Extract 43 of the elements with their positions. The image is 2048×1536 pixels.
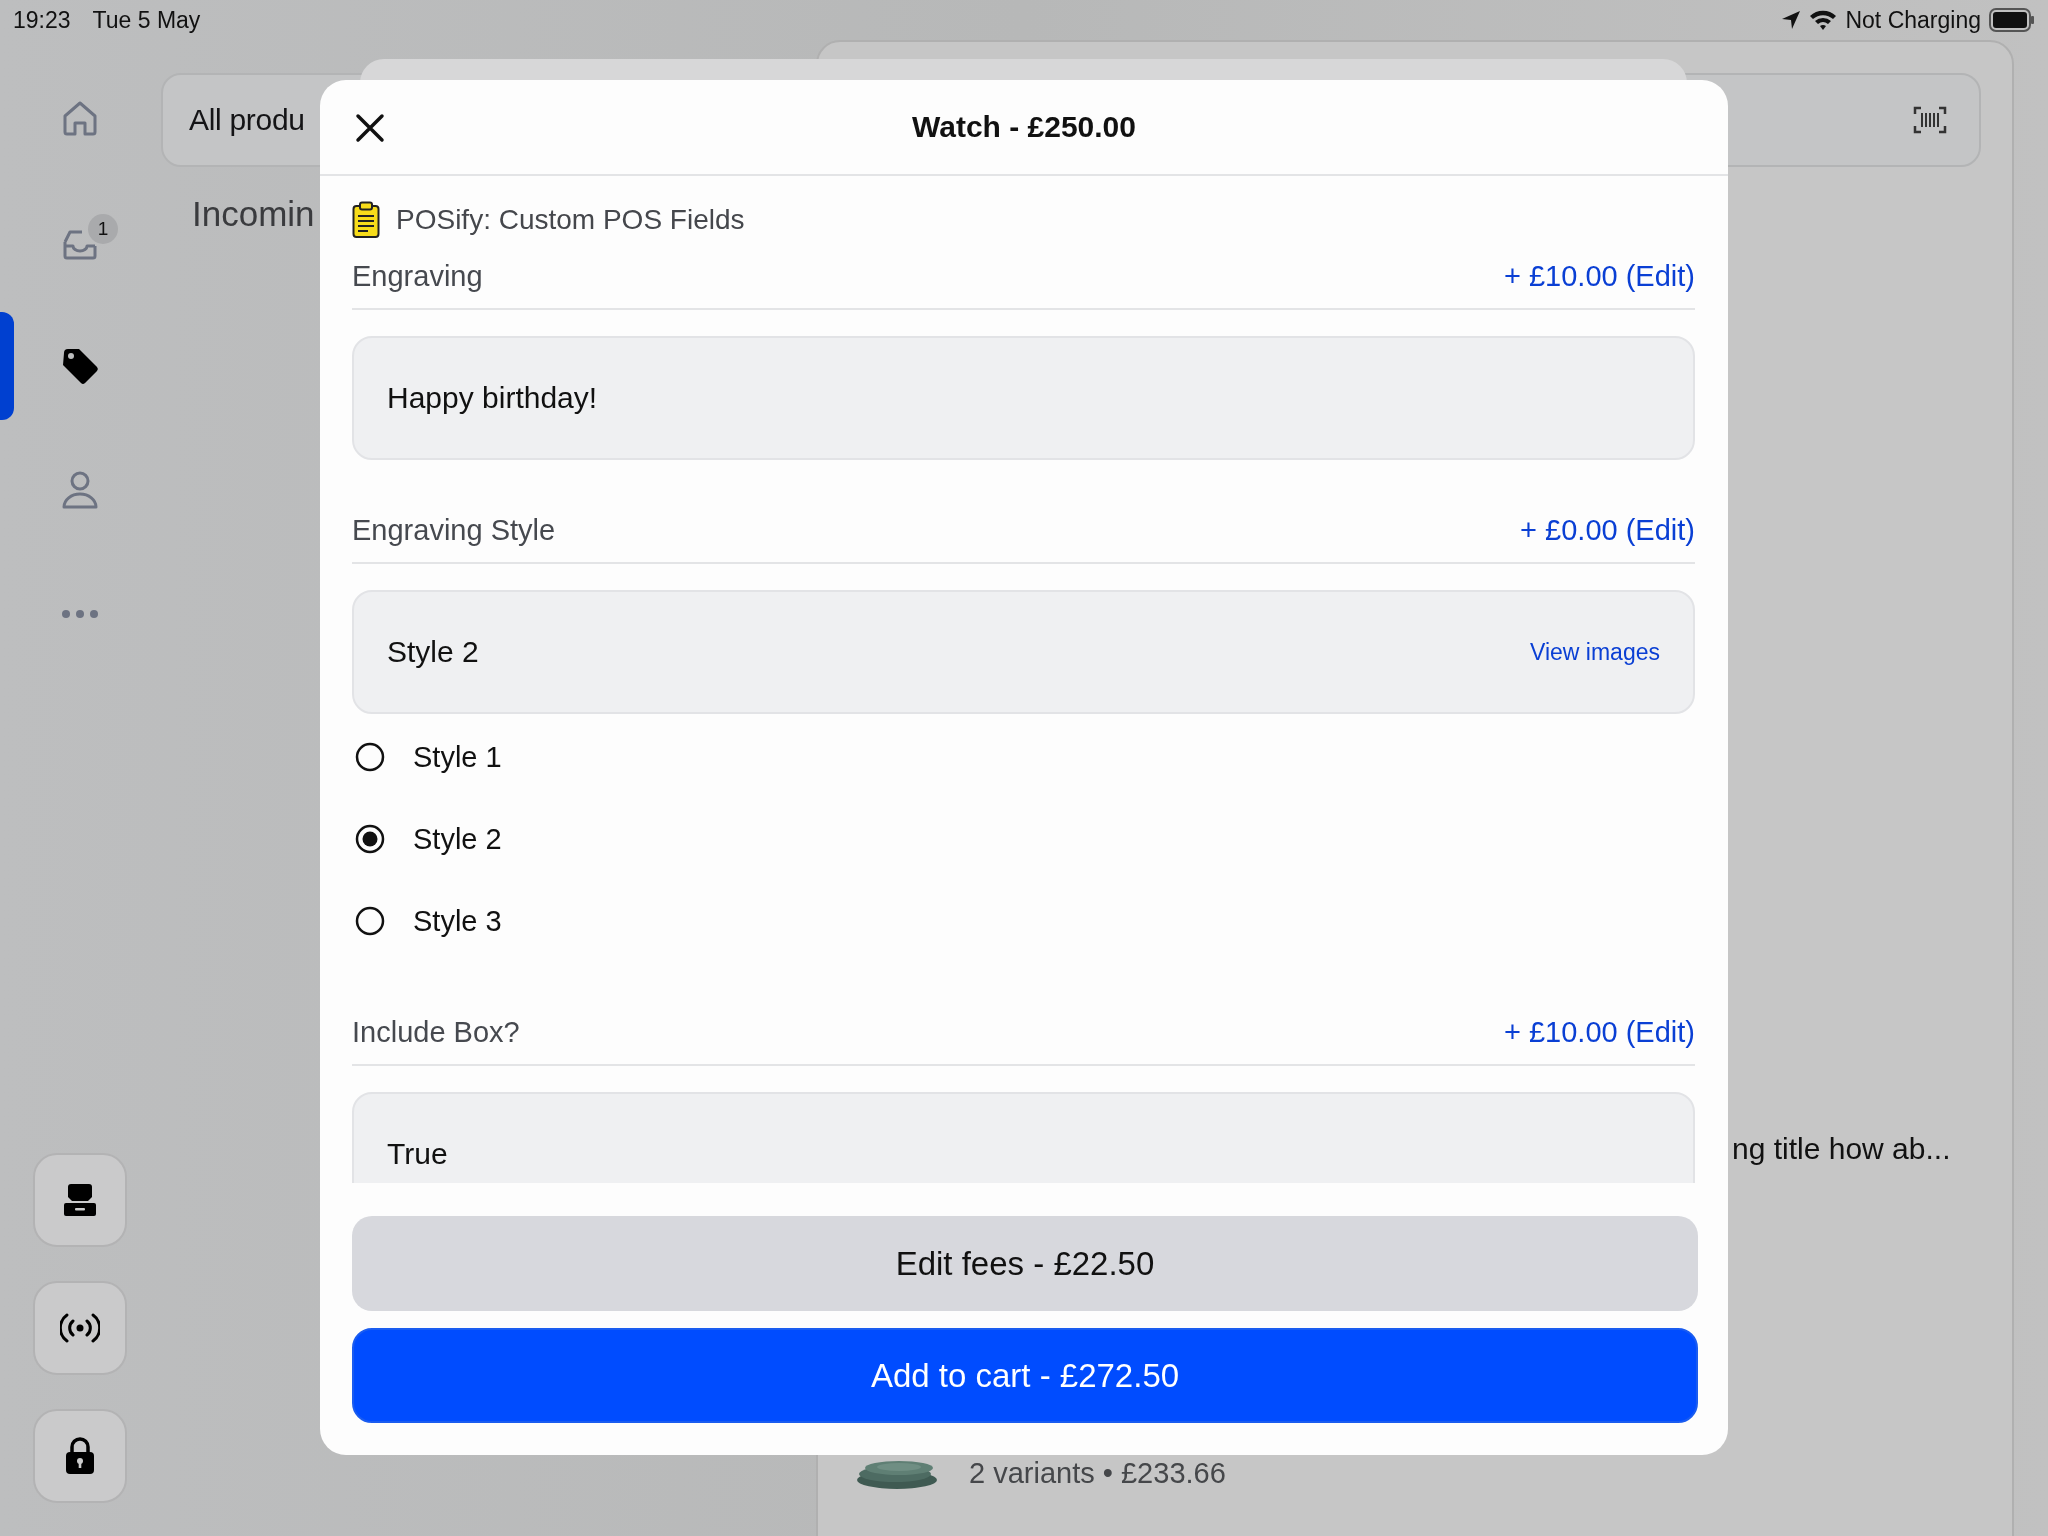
tag-icon [61, 347, 99, 385]
more-icon [61, 609, 99, 619]
clipboard-icon [352, 201, 380, 239]
wifi-icon [1809, 9, 1838, 31]
status-date: Tue 5 May [92, 6, 201, 34]
close-icon[interactable] [355, 113, 385, 143]
radio-label: Style 3 [413, 904, 502, 938]
field-label: Engraving [352, 259, 484, 293]
text-field[interactable]: True [352, 1092, 1695, 1183]
sidebar-item[interactable]: 1 [0, 180, 160, 304]
view-images-link[interactable]: View images [1530, 638, 1660, 666]
field-label: Include Box? [352, 1015, 521, 1049]
register-icon [63, 1183, 97, 1217]
action-button[interactable] [33, 1281, 127, 1375]
broadcast-icon [60, 1312, 100, 1344]
price-link[interactable]: + £10.00 (Edit) [1503, 259, 1695, 293]
count-badge: 1 [88, 214, 118, 244]
status-time: 19:23 [13, 6, 71, 34]
action-button[interactable] [33, 1409, 127, 1503]
text-field[interactable]: Happy birthday! [352, 336, 1695, 460]
radio-button[interactable] [355, 742, 385, 772]
radio-button[interactable] [355, 906, 385, 936]
action-button[interactable] [33, 1153, 127, 1247]
radio-button[interactable] [355, 824, 385, 854]
battery-icon [1989, 8, 2035, 32]
charging-status: Not Charging [1845, 6, 1981, 34]
location-icon [1781, 10, 1802, 30]
app-name: POSify: Custom POS Fields [396, 204, 745, 236]
barcode-icon[interactable] [1913, 106, 1947, 134]
price-link[interactable]: + £10.00 (Edit) [1503, 1015, 1695, 1049]
edit-fees-button[interactable]: Edit fees - £22.50 [352, 1216, 1698, 1311]
section-title: Incomin [192, 194, 315, 234]
radio-label: Style 2 [413, 822, 502, 856]
dialog-title: Watch - £250.00 [912, 110, 1136, 144]
product-meta: 2 variants • £233.66 [969, 1457, 1226, 1490]
person-icon [61, 470, 99, 510]
lock-icon [65, 1437, 95, 1475]
product-title: ng title how ab... [1732, 1132, 1951, 1166]
field-label: Engraving Style [352, 513, 557, 547]
select-field[interactable]: Style 2 View images [352, 590, 1695, 714]
radio-label: Style 1 [413, 740, 502, 774]
add-to-cart-button[interactable]: Add to cart - £272.50 [352, 1328, 1698, 1423]
price-link[interactable]: + £0.00 (Edit) [1520, 513, 1695, 547]
